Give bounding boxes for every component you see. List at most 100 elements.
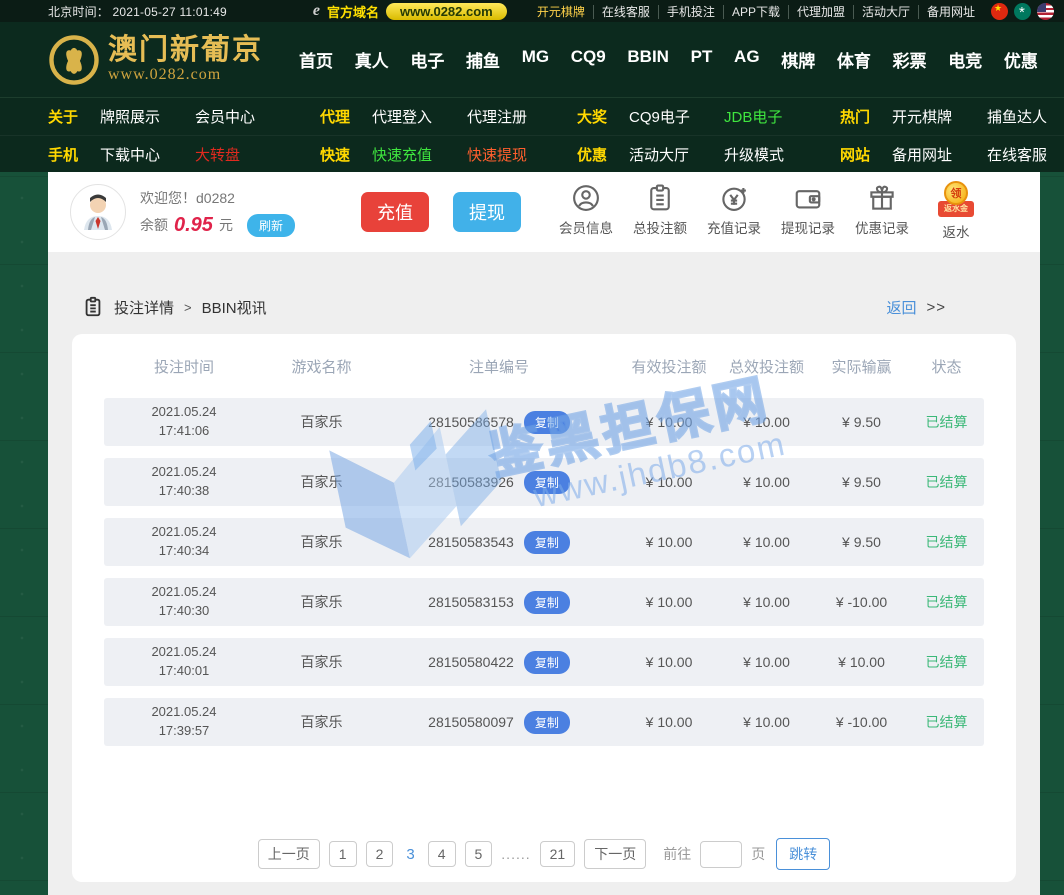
- deposit-record-link[interactable]: 充值记录: [697, 183, 771, 241]
- subnav-tag: 大奖: [577, 109, 608, 126]
- total-bet-amount: ¥ 10.00: [743, 414, 790, 430]
- main-nav-item[interactable]: 棋牌: [781, 47, 815, 72]
- main-nav-item[interactable]: PT: [691, 47, 713, 72]
- bet-time: 2021.05.24 17:40:38: [151, 464, 217, 498]
- subnav-link[interactable]: 开元棋牌: [892, 106, 987, 127]
- bet-time: 2021.05.24 17:39:57: [151, 704, 217, 738]
- refresh-balance-button[interactable]: 刷新: [246, 213, 295, 237]
- table-header-cell: 投注时间: [153, 358, 214, 376]
- game-name: 百家乐: [300, 414, 343, 430]
- status-badge: 已结算: [925, 654, 968, 670]
- copy-button[interactable]: 复制: [523, 590, 570, 614]
- breadcrumb-separator: >: [184, 299, 192, 315]
- copy-button[interactable]: 复制: [523, 710, 570, 734]
- main-nav-item[interactable]: 真人: [355, 47, 389, 72]
- status-badge: 已结算: [925, 474, 968, 490]
- subnav-link[interactable]: 升级模式: [724, 144, 819, 165]
- page-unit-label: 页: [751, 846, 766, 862]
- order-number: 28150586578: [428, 414, 514, 430]
- domain-pill[interactable]: www.0282.com: [386, 2, 507, 20]
- bet-details-card: 投注时间 游戏名称 注单编号 有效投注额 总效投注额 实际输赢 状态 2021.05.24 1…: [72, 334, 1016, 882]
- copy-button[interactable]: 复制: [523, 650, 570, 674]
- main-nav-item[interactable]: AG: [734, 47, 760, 72]
- copy-button[interactable]: 复制: [523, 530, 570, 554]
- subnav-tag: 手机: [48, 146, 79, 164]
- subnav-link[interactable]: 快速提现: [467, 144, 562, 165]
- subnav-tag: 代理: [320, 109, 351, 126]
- main-nav-item[interactable]: 电子: [410, 47, 444, 72]
- subnav-link[interactable]: 捕鱼达人: [987, 106, 1064, 127]
- topbar-link[interactable]: 在线客服: [592, 4, 658, 19]
- status-badge: 已结算: [925, 414, 968, 430]
- page-button[interactable]: 3: [402, 842, 418, 867]
- back-link[interactable]: 返回: [886, 297, 916, 318]
- withdraw-record-link[interactable]: 提现记录: [771, 183, 845, 241]
- china-flag-icon[interactable]: [991, 2, 1008, 20]
- total-bet-amount: ¥ 10.00: [743, 534, 790, 550]
- main-nav-item[interactable]: 首页: [299, 47, 333, 72]
- subnav-link[interactable]: 下载中心: [100, 144, 195, 165]
- main-nav-item[interactable]: 捕鱼: [466, 47, 500, 72]
- table-row: 2021.05.24 17:40:34 百家乐 28150583543 复制 ¥ …: [104, 518, 984, 566]
- page-button[interactable]: 下一页: [584, 839, 647, 869]
- order-number: 28150580097: [428, 714, 514, 730]
- usa-flag-icon[interactable]: [1037, 2, 1054, 20]
- total-bet-amount: ¥ 10.00: [743, 594, 790, 610]
- site-logo[interactable]: 澳门新葡京 www.0282.com: [48, 34, 263, 86]
- wallet-icon: [795, 190, 821, 209]
- subnav-link[interactable]: 大转盘: [195, 144, 290, 165]
- subnav-link[interactable]: 快速充值: [372, 144, 467, 165]
- topbar-link[interactable]: 开元棋牌: [529, 5, 593, 19]
- topbar-link[interactable]: 活动大厅: [852, 4, 918, 19]
- clipboard-icon: [650, 184, 670, 211]
- topbar-link[interactable]: 代理加盟: [787, 4, 853, 19]
- subnav-link[interactable]: JDB电子: [724, 106, 819, 127]
- table-header-cell: 状态: [931, 358, 962, 376]
- macau-flag-icon[interactable]: [1014, 2, 1031, 20]
- main-nav-item[interactable]: 优惠: [1004, 47, 1038, 72]
- official-domain-label: 官方域名: [326, 4, 379, 20]
- official-domain: e 官方域名 www.0282.com: [313, 2, 507, 21]
- main-nav-item[interactable]: BBIN: [627, 47, 669, 72]
- page-button[interactable]: 5: [464, 841, 493, 867]
- withdraw-button[interactable]: 提现: [452, 192, 521, 232]
- back-arrows-icon[interactable]: >>: [926, 299, 946, 316]
- page-button[interactable]: 4: [427, 841, 456, 867]
- jump-button[interactable]: 跳转: [776, 838, 831, 870]
- copy-button[interactable]: 复制: [523, 410, 570, 434]
- deposit-button[interactable]: 充值: [360, 192, 429, 232]
- main-nav-item[interactable]: MG: [522, 47, 549, 72]
- balance-label: 余额: [140, 217, 168, 233]
- game-name: 百家乐: [300, 534, 343, 550]
- subnav-link[interactable]: CQ9电子: [629, 106, 724, 127]
- main-nav-item[interactable]: 电竞: [948, 47, 982, 72]
- table-row: 2021.05.24 17:39:57 百家乐 28150580097 复制 ¥ …: [104, 698, 984, 746]
- subnav-link[interactable]: 代理注册: [467, 106, 562, 127]
- breadcrumb-current: BBIN视讯: [201, 299, 267, 317]
- page-button[interactable]: 1: [328, 841, 357, 867]
- goto-page-input[interactable]: [700, 840, 743, 868]
- topbar-link[interactable]: 备用网址: [917, 4, 983, 19]
- subnav-link[interactable]: 备用网址: [892, 144, 987, 165]
- page-button[interactable]: 21: [539, 841, 576, 867]
- subnav-link[interactable]: 活动大厅: [629, 144, 724, 165]
- page-button[interactable]: 2: [365, 841, 394, 867]
- subnav-link[interactable]: 会员中心: [195, 106, 290, 127]
- topbar-link[interactable]: APP下载: [722, 4, 788, 19]
- subnav-link[interactable]: 代理登入: [372, 106, 467, 127]
- quick-links: 会员信息 总投注额 充值记录 提现记录 优惠记录 领 返水金 返水: [549, 181, 993, 241]
- subnav-link[interactable]: 牌照展示: [100, 106, 195, 127]
- page-button[interactable]: 上一页: [257, 839, 320, 869]
- main-nav-item[interactable]: 彩票: [893, 47, 927, 72]
- topbar-link[interactable]: 手机投注: [657, 4, 723, 19]
- member-info-link[interactable]: 会员信息: [549, 183, 623, 241]
- rebate-link[interactable]: 领 返水金 返水: [919, 181, 993, 241]
- page-button[interactable]: ......: [501, 846, 530, 862]
- subnav-tag: 优惠: [577, 146, 608, 164]
- promo-record-link[interactable]: 优惠记录: [845, 183, 919, 241]
- subnav-link[interactable]: 在线客服: [987, 144, 1064, 165]
- main-nav-item[interactable]: CQ9: [571, 47, 606, 72]
- main-nav-item[interactable]: 体育: [837, 47, 871, 72]
- total-bets-link[interactable]: 总投注额: [623, 183, 697, 241]
- copy-button[interactable]: 复制: [523, 470, 570, 494]
